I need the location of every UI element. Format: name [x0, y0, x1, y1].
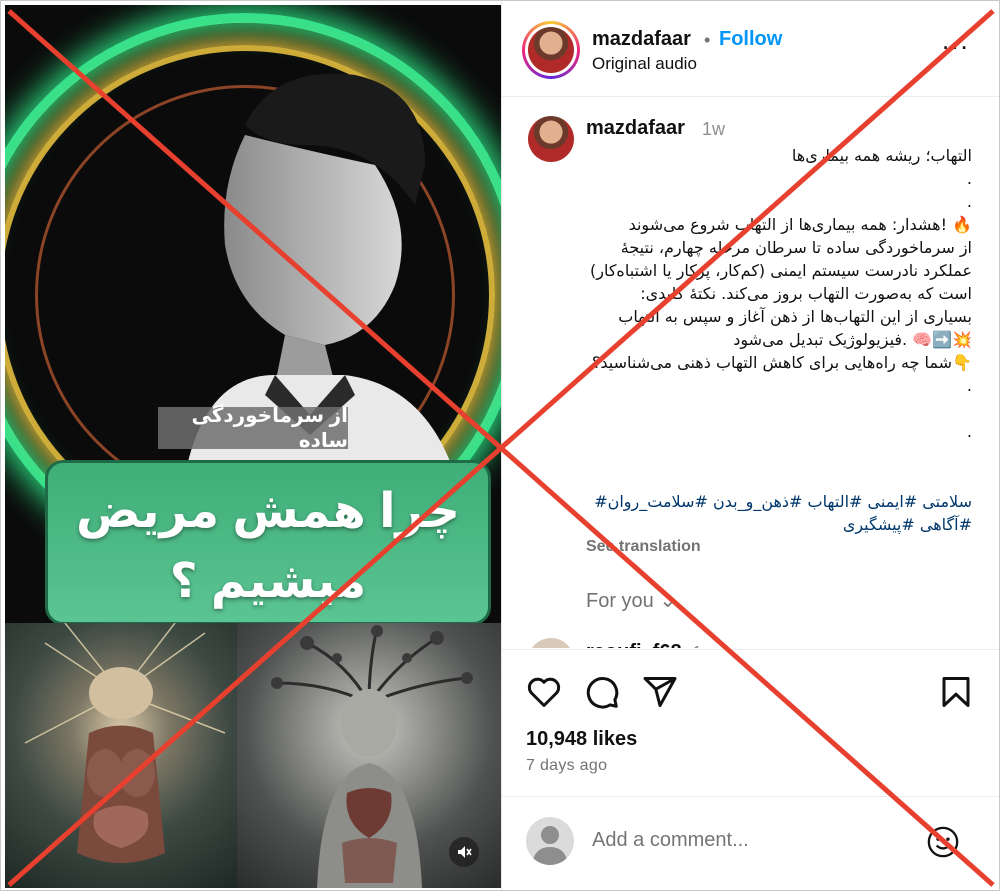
- brain-body-art: [24, 622, 226, 863]
- add-comment-input[interactable]: [592, 829, 912, 852]
- post-media[interactable]: از سرماخوردگی ساده چرا همش مریض میشیم ؟: [5, 5, 501, 888]
- caption-author-username[interactable]: mazdafaar: [586, 117, 685, 140]
- for-you-dropdown[interactable]: For you ⌄: [586, 588, 676, 613]
- comments-section[interactable]: mazdafaar 1w التهاب؛ ریشه همه بیماری‌ها …: [502, 98, 999, 648]
- post-actions: 10,948 likes 7 days ago: [502, 649, 999, 789]
- post-age[interactable]: 7 days ago: [526, 757, 607, 775]
- commenter-username[interactable]: raoufi_f68: [586, 641, 682, 648]
- heart-icon[interactable]: [526, 674, 562, 710]
- caption-author-avatar[interactable]: [528, 116, 574, 162]
- follow-button[interactable]: Follow: [719, 28, 782, 51]
- more-options-icon[interactable]: ...: [942, 25, 970, 56]
- caption-hashtags[interactable]: سلامتی #ایمنی #التهاب #ذهن_و_بدن #سلامت_…: [586, 490, 972, 536]
- comment-icon[interactable]: [584, 674, 620, 710]
- author-username[interactable]: mazdafaar: [592, 28, 691, 51]
- likes-count[interactable]: 10,948 likes: [526, 728, 637, 751]
- emoji-icon[interactable]: [926, 825, 960, 859]
- video-caption-small: از سرماخوردگی ساده: [158, 405, 348, 452]
- post-side-panel: mazdafaar • Follow Original audio ... ma…: [501, 1, 999, 890]
- author-avatar[interactable]: [522, 21, 580, 79]
- hashtags-line-2[interactable]: #آگاهی #پیشگیری: [586, 513, 972, 536]
- hashtags-line-1[interactable]: سلامتی #ایمنی #التهاب #ذهن_و_بدن #سلامت_…: [586, 490, 972, 513]
- commenter-avatar[interactable]: [528, 638, 574, 648]
- current-user-avatar: [526, 817, 574, 865]
- see-translation-link[interactable]: See translation: [586, 538, 701, 556]
- illustration-brain-body: [5, 622, 237, 888]
- header-separator: •: [704, 30, 711, 50]
- bookmark-icon[interactable]: [938, 674, 974, 710]
- share-icon[interactable]: [642, 674, 678, 710]
- comment-timestamp: 1w: [692, 643, 715, 648]
- audio-label[interactable]: Original audio: [592, 54, 697, 74]
- add-comment-bar: [502, 796, 999, 890]
- video-caption-big: چرا همش مریض میشیم ؟: [45, 460, 491, 625]
- caption-text: التهاب؛ ریشه همه بیماری‌ها . . 🔥 !هشدار:…: [589, 146, 972, 441]
- post-header: mazdafaar • Follow Original audio ...: [502, 1, 999, 97]
- speaker-muted-icon[interactable]: [449, 837, 479, 867]
- post-frame: از سرماخوردگی ساده چرا همش مریض میشیم ؟: [0, 0, 1000, 891]
- caption-timestamp[interactable]: 1w: [702, 119, 725, 140]
